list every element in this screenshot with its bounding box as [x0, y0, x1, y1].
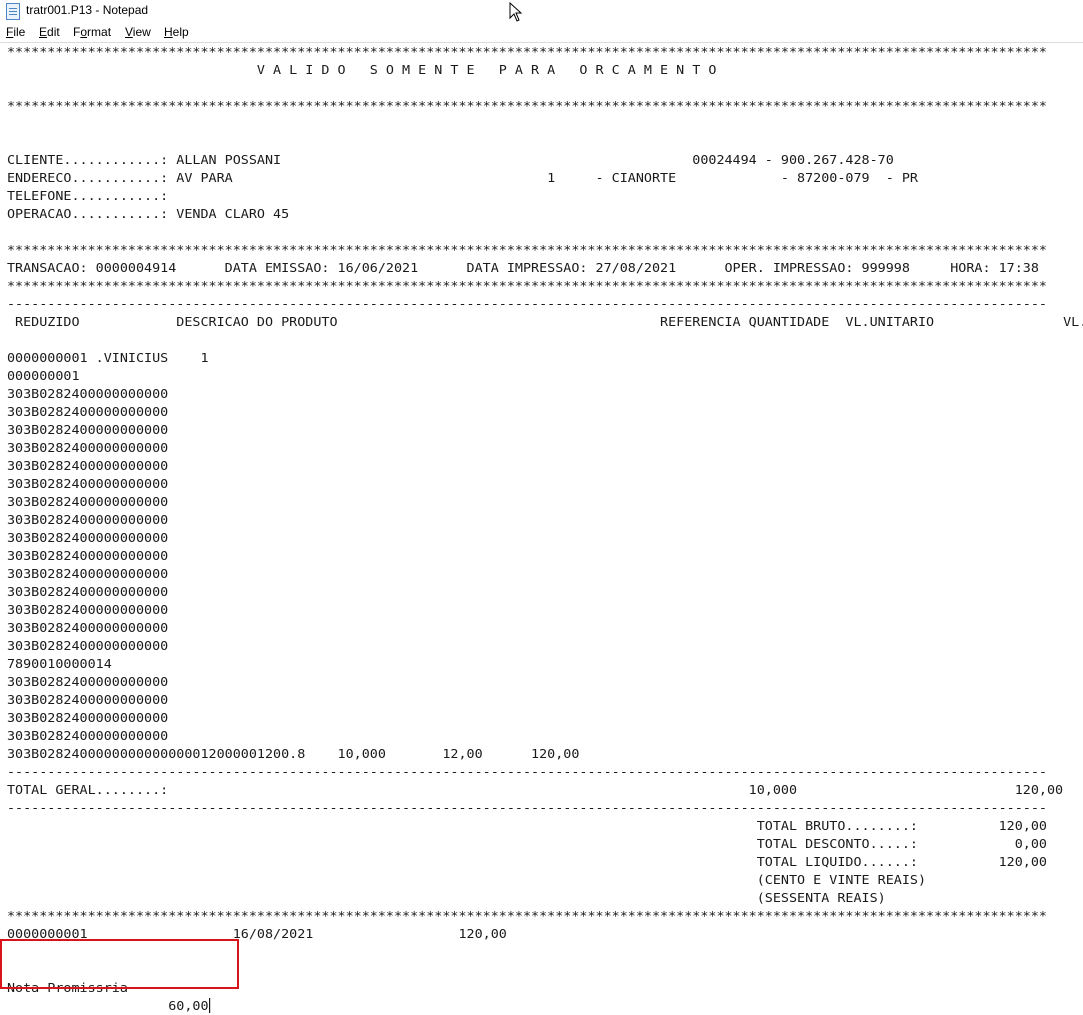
document-line: 303B0282400000000000	[7, 386, 169, 401]
document-line: TRANSACAO: 0000004914 DATA EMISSAO: 16/0…	[7, 260, 1039, 275]
document-line: 303B0282400000000000	[7, 710, 169, 725]
document-line: 303B0282400000000000	[7, 674, 169, 689]
text-caret	[208, 998, 210, 1013]
document-text[interactable]: ****************************************…	[7, 43, 1083, 1015]
document-line: 303B0282400000000000	[7, 620, 169, 635]
menu-help[interactable]: Help	[164, 25, 189, 39]
window-title: tratr001.P13 - Notepad	[26, 3, 149, 17]
document-line: REDUZIDO DESCRICAO DO PRODUTO REFERENCIA…	[7, 314, 1083, 329]
document-line: 0000000001 16/08/2021 120,00	[7, 926, 507, 941]
notepad-icon	[6, 3, 20, 20]
document-line: 303B0282400000000000	[7, 422, 169, 437]
document-line: 303B0282400000000000	[7, 512, 169, 527]
document-line: 303B0282400000000000000012000001200.8 10…	[7, 746, 580, 761]
document-line: ****************************************…	[7, 278, 1047, 293]
document-line: 303B0282400000000000	[7, 584, 169, 599]
document-line: V A L I D O S O M E N T E P A R A O R C …	[7, 62, 717, 77]
menu-format[interactable]: Format	[73, 25, 111, 39]
document-line: 303B0282400000000000	[7, 440, 169, 455]
menu-edit[interactable]: Edit	[39, 25, 60, 39]
document-line: 303B0282400000000000	[7, 494, 169, 509]
document-line: 0000000001 .VINICIUS 1	[7, 350, 209, 365]
document-line: 303B0282400000000000	[7, 638, 169, 653]
document-line: ****************************************…	[7, 98, 1047, 113]
document-line: ****************************************…	[7, 908, 1047, 923]
document-line: (CENTO E VINTE REAIS)	[7, 872, 927, 887]
document-line: ----------------------------------------…	[7, 296, 1047, 311]
document-line: 303B0282400000000000	[7, 476, 169, 491]
text-editor[interactable]: ****************************************…	[0, 43, 1083, 1013]
document-line: 303B0282400000000000	[7, 692, 169, 707]
document-line: 000000001	[7, 368, 80, 383]
document-line: 303B0282400000000000	[7, 728, 169, 743]
mouse-pointer-icon	[509, 2, 523, 22]
document-line: 303B0282400000000000	[7, 566, 169, 581]
document-line: ----------------------------------------…	[7, 764, 1047, 779]
document-line: Nota Promissria	[7, 980, 128, 995]
title-bar: tratr001.P13 - Notepad	[0, 0, 1083, 23]
document-line: ****************************************…	[7, 44, 1047, 59]
document-line: OPERACAO...........: VENDA CLARO 45	[7, 206, 290, 221]
document-line: (SESSENTA REAIS)	[7, 890, 886, 905]
menu-bar: File Edit Format View Help	[0, 22, 1083, 43]
document-line: ****************************************…	[7, 242, 1047, 257]
menu-file[interactable]: File	[6, 25, 25, 39]
document-line: TELEFONE...........:	[7, 188, 169, 203]
document-line: TOTAL BRUTO........: 120,00	[7, 818, 1047, 833]
document-line: TOTAL LIQUIDO......: 120,00	[7, 854, 1047, 869]
document-line: TOTAL GERAL........: 10,000 120,00	[7, 782, 1064, 797]
document-line: 303B0282400000000000	[7, 548, 169, 563]
document-line: ----------------------------------------…	[7, 800, 1047, 815]
document-line: 303B0282400000000000	[7, 404, 169, 419]
document-line: 303B0282400000000000	[7, 530, 169, 545]
document-line: CLIENTE............: ALLAN POSSANI 00024…	[7, 152, 894, 167]
document-line: TOTAL DESCONTO.....: 0,00	[7, 836, 1047, 851]
document-line: ENDERECO...........: AV PARA 1 - CIANORT…	[7, 170, 918, 185]
document-line: 303B0282400000000000	[7, 602, 169, 617]
menu-view[interactable]: View	[125, 25, 151, 39]
document-line: 7890010000014	[7, 656, 112, 671]
document-line: 60,00	[7, 998, 210, 1013]
document-line: 303B0282400000000000	[7, 458, 169, 473]
